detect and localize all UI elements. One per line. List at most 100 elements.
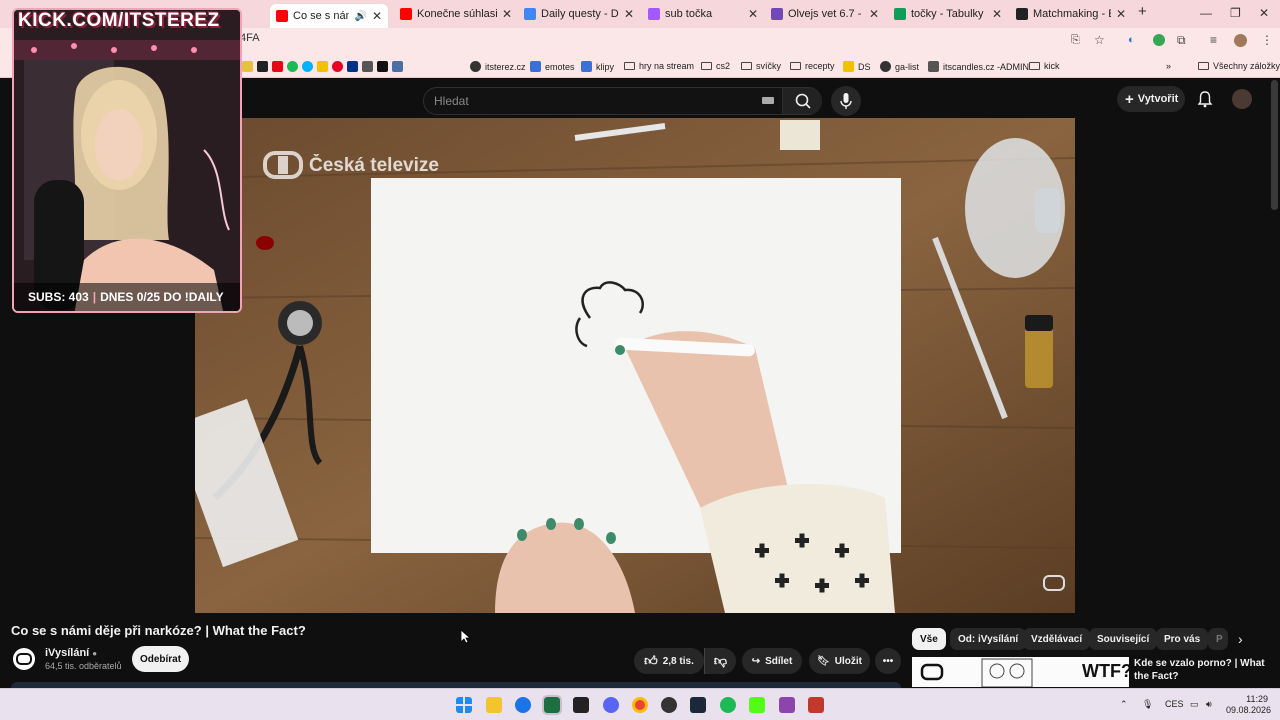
obs-icon[interactable]	[661, 697, 677, 713]
windows-start-icon[interactable]	[456, 697, 472, 713]
puzzle-icon[interactable]: ⧉	[1177, 33, 1186, 48]
bookmark[interactable]: itsterez.cz	[470, 61, 526, 72]
close-icon[interactable]: ✕	[624, 7, 634, 21]
new-tab-button[interactable]: +	[1138, 3, 1147, 20]
microphone-icon[interactable]: 🎙︎	[1142, 699, 1153, 710]
tab[interactable]: Konečne súhlasil s pr ✕	[400, 4, 512, 24]
star-icon[interactable]: ☆	[1094, 33, 1105, 47]
bookmark[interactable]: klipy	[581, 61, 614, 72]
save-button[interactable]: 🔖︎ Uložit	[809, 648, 870, 674]
bookmark-icons[interactable]	[242, 61, 403, 72]
paypal-icon[interactable]	[347, 61, 358, 72]
close-icon[interactable]: ✕	[748, 7, 758, 21]
restore-button[interactable]: ❐	[1230, 6, 1241, 20]
extension-icon[interactable]	[1153, 34, 1165, 46]
netflix-icon[interactable]	[272, 61, 283, 72]
bookmark-icon[interactable]	[392, 61, 403, 72]
close-icon[interactable]: ✕	[502, 7, 512, 21]
bookmark[interactable]: DS	[843, 61, 871, 72]
window-close-button[interactable]: ✕	[1259, 6, 1269, 20]
chip-educational[interactable]: Vzdělávací	[1023, 628, 1091, 650]
search-button[interactable]	[782, 88, 822, 114]
dislike-button[interactable]: 👎︎	[704, 648, 736, 674]
pinterest-icon[interactable]	[332, 61, 343, 72]
media-control-icon[interactable]: ≡	[1210, 33, 1217, 47]
close-icon[interactable]: ✕	[992, 7, 1002, 21]
spotify-icon[interactable]	[720, 697, 736, 713]
bookmarks-overflow[interactable]: »	[1166, 61, 1171, 71]
scrollbar[interactable]	[1271, 80, 1278, 210]
bookmark-folder[interactable]: kick	[1029, 61, 1060, 71]
url-field[interactable]: 4FA	[240, 32, 260, 44]
bookmark-icon[interactable]	[377, 61, 388, 72]
bookmark-folder[interactable]: recepty	[790, 61, 835, 71]
tab-label: Matchmaking - Europ	[1033, 8, 1111, 20]
tab-active[interactable]: Co se s námi děje 🔊 ✕	[270, 4, 388, 28]
more-actions-button[interactable]: •••	[875, 648, 901, 674]
bookmark-icon[interactable]	[362, 61, 373, 72]
tab-label: točky - Tabulky Goog	[911, 8, 987, 20]
bookmark[interactable]: ga-list	[880, 61, 919, 72]
menu-icon[interactable]: ⋮	[1261, 33, 1273, 47]
bookmark-icon[interactable]	[242, 61, 253, 72]
profile-avatar[interactable]	[1234, 34, 1247, 47]
keyboard-icon[interactable]	[762, 97, 774, 104]
discord-icon[interactable]	[603, 697, 619, 713]
excel-icon[interactable]	[542, 695, 562, 715]
file-explorer-icon[interactable]	[486, 697, 502, 713]
subscribe-button[interactable]: Odebírat	[132, 646, 189, 672]
chip-related[interactable]: Související	[1089, 628, 1158, 650]
tab[interactable]: Matchmaking - Europ ✕	[1016, 4, 1126, 24]
all-bookmarks[interactable]: Všechny záložky	[1198, 61, 1280, 71]
chip-for-you[interactable]: Pro vás	[1156, 628, 1209, 650]
search-input[interactable]: Hledat	[434, 94, 469, 108]
chevron-up-icon[interactable]: ⌃	[1120, 699, 1128, 710]
bookmark-folder[interactable]: svíčky	[741, 61, 781, 71]
recommendation-title[interactable]: Kde se vzalo porno? | What the Fact?	[1134, 657, 1274, 683]
like-button[interactable]: 👍︎ 2,8 tis.	[634, 648, 704, 674]
share-button[interactable]: ↪ Sdílet	[742, 648, 802, 674]
bookmark-folder[interactable]: hry na stream	[624, 61, 694, 71]
recommendation-thumbnail[interactable]: WTF?	[912, 657, 1129, 687]
language-indicator[interactable]: CES	[1165, 699, 1184, 709]
chip-more[interactable]: P	[1208, 628, 1228, 650]
chrome-icon[interactable]	[632, 697, 648, 713]
bookmark-icon[interactable]	[302, 61, 313, 72]
steam-icon[interactable]	[690, 697, 706, 713]
kick-icon[interactable]	[749, 697, 765, 713]
bookmark[interactable]: itscandles.cz -ADMIN	[928, 61, 1029, 72]
install-icon[interactable]: ⎘	[1071, 34, 1080, 47]
tab[interactable]: sub točka ✕	[648, 4, 758, 24]
bookmark-icon[interactable]	[317, 61, 328, 72]
tab[interactable]: Daily questy - Dokum ✕	[524, 4, 634, 24]
close-icon[interactable]: ✕	[1116, 7, 1126, 21]
bookmark-folder[interactable]: cs2	[701, 61, 730, 71]
tab[interactable]: Olvejs vet 6.7 - Form ✕	[771, 4, 879, 24]
voice-search-button[interactable]	[831, 86, 861, 116]
channel-avatar[interactable]	[13, 648, 35, 670]
video-player[interactable]: Česká televize	[195, 118, 1075, 613]
clock[interactable]: 11:29 09.08.2026	[1226, 694, 1271, 716]
network-icon[interactable]: ▭	[1190, 699, 1199, 710]
spotify-icon[interactable]	[287, 61, 298, 72]
channel-name[interactable]: iVysílání ●	[45, 647, 97, 659]
chevron-right-icon: »	[1166, 61, 1172, 71]
app-icon[interactable]	[779, 697, 795, 713]
bookmark[interactable]: emotes	[530, 61, 575, 72]
close-icon[interactable]: ✕	[869, 7, 879, 21]
tab[interactable]: točky - Tabulky Goog ✕	[894, 4, 1002, 24]
extension-icon[interactable]: ◐	[1128, 34, 1135, 46]
chip-all[interactable]: Vše	[912, 628, 946, 650]
create-button[interactable]: + Vytvořit	[1117, 86, 1185, 112]
chip-from-channel[interactable]: Od: iVysílání	[950, 628, 1027, 650]
app-icon[interactable]	[515, 697, 531, 713]
avatar[interactable]	[1232, 89, 1252, 109]
app-icon[interactable]	[808, 697, 824, 713]
chevron-right-icon[interactable]: ›	[1238, 631, 1243, 647]
bell-icon[interactable]	[1196, 90, 1214, 108]
volume-icon[interactable]: 🔊︎	[1206, 699, 1212, 710]
close-icon[interactable]: ✕	[372, 9, 382, 23]
app-icon[interactable]	[573, 697, 589, 713]
minimize-button[interactable]: —	[1200, 6, 1212, 20]
bookmark-icon[interactable]	[257, 61, 268, 72]
